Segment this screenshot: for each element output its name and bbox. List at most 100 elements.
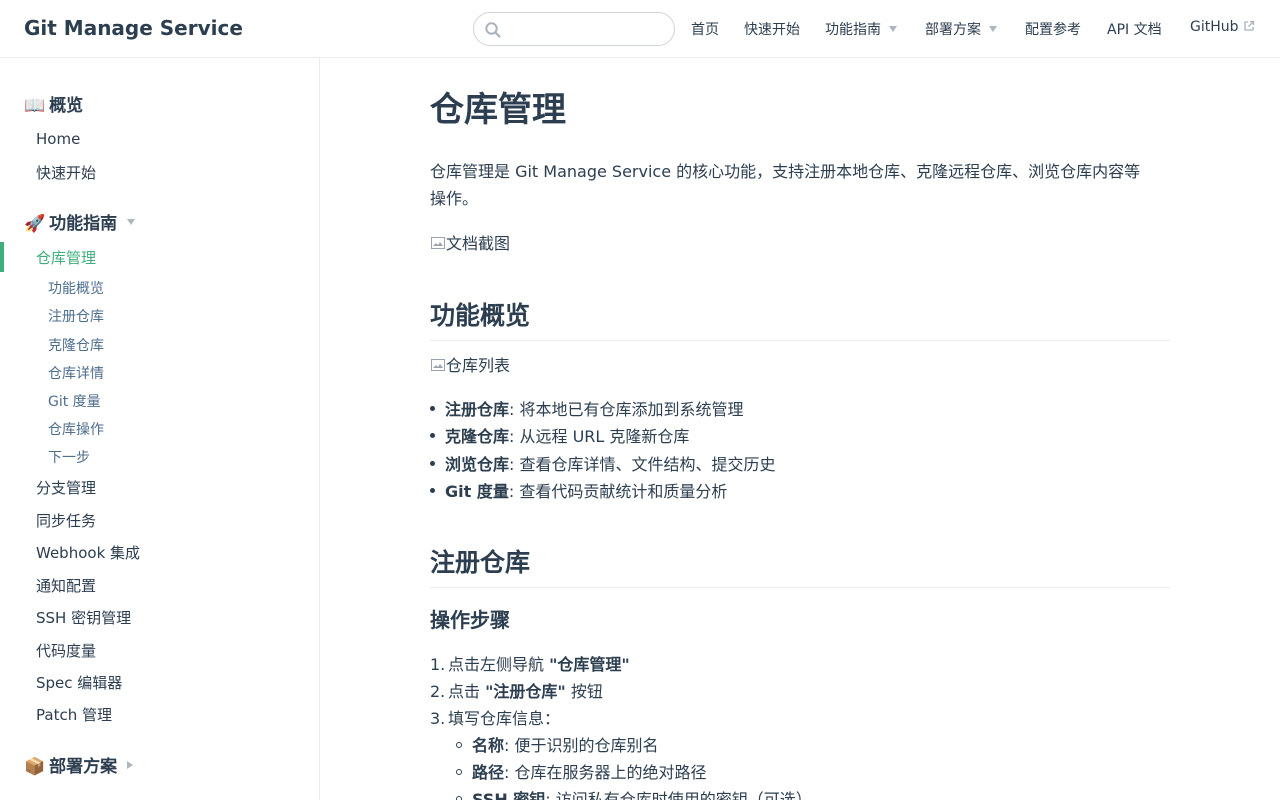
external-link-icon: [1243, 20, 1254, 31]
package-icon: 📦: [24, 757, 46, 777]
sidebar-subitem-register[interactable]: 注册仓库: [48, 306, 104, 326]
list-item: 浏览仓库: 查看仓库详情、文件结构、提交历史: [430, 451, 776, 475]
nav-github[interactable]: GitHub: [1190, 19, 1255, 35]
step-number: 1.: [430, 655, 446, 674]
sidebar-subitem-details[interactable]: 仓库详情: [48, 363, 104, 383]
sidebar-item-branches[interactable]: 分支管理: [36, 477, 96, 498]
list-item: 1. 点击左侧导航 "仓库管理": [430, 651, 630, 675]
caret-down-icon: [889, 26, 897, 32]
sidebar-group-overview-label: 概览: [49, 96, 84, 116]
sidebar-item-quickstart[interactable]: 快速开始: [36, 162, 96, 183]
feature-term: 克隆仓库: [445, 427, 510, 446]
repo-list-alt: 仓库列表: [446, 356, 511, 375]
list-item: 路径: 仓库在服务器上的绝对路径: [456, 759, 707, 783]
nav-config[interactable]: 配置参考: [1025, 19, 1081, 39]
sidebar-subitem-overview[interactable]: 功能概览: [48, 278, 104, 298]
nav-guide-label: 功能指南: [825, 22, 881, 38]
active-indicator: [0, 242, 4, 272]
nav-api[interactable]: API 文档: [1107, 19, 1162, 39]
section-heading-overview: 功能概览: [430, 296, 1170, 341]
caret-down-icon: [989, 26, 997, 32]
feature-desc: : 将本地已有仓库添加到系统管理: [509, 400, 744, 419]
list-item: 克隆仓库: 从远程 URL 克隆新仓库: [430, 423, 689, 447]
nav-deploy-dropdown[interactable]: 部署方案: [925, 19, 997, 39]
bullet: [456, 795, 462, 800]
step-bold: "注册仓库": [485, 682, 566, 701]
list-item: 3. 填写仓库信息：: [430, 705, 560, 729]
sidebar: 📖 概览 Home 快速开始 🚀 功能指南 仓库管理 功能概览 注册仓库 克隆仓库 …: [0, 58, 320, 800]
list-item: SSH 密钥: 访问私有仓库时使用的密钥（可选）: [456, 786, 812, 800]
step-post: 按钮: [565, 682, 603, 701]
list-item: 名称: 便于识别的仓库别名: [456, 732, 659, 756]
intro-paragraph: 仓库管理是 Git Manage Service 的核心功能，支持注册本地仓库、…: [430, 162, 1141, 208]
sidebar-item-spec-editor[interactable]: Spec 编辑器: [36, 672, 122, 693]
bullet: [430, 488, 435, 493]
step-text: 填写仓库信息：: [448, 709, 561, 728]
list-item: Git 度量: 查看代码贡献统计和质量分析: [430, 478, 727, 502]
doc-screenshot-alt: 文档截图: [446, 234, 511, 253]
nav-deploy-label: 部署方案: [925, 22, 981, 38]
nav-home-label: 首页: [691, 22, 719, 38]
step-number: 3.: [430, 709, 446, 728]
sidebar-item-sync-tasks[interactable]: 同步任务: [36, 510, 96, 531]
bullet: [456, 741, 462, 748]
sidebar-subitem-clone[interactable]: 克隆仓库: [48, 335, 104, 355]
feature-term: 注册仓库: [445, 400, 510, 419]
navbar: Git Manage Service 首页 快速开始 功能指南 部署方案 配置参…: [0, 0, 1280, 58]
step-text: 点击左侧导航: [448, 655, 550, 674]
sidebar-item-code-metrics[interactable]: 代码度量: [36, 640, 96, 661]
sidebar-group-overview[interactable]: 📖 概览: [24, 91, 83, 116]
page-title: 仓库管理: [430, 90, 566, 130]
step-text: 点击: [448, 682, 486, 701]
feature-term: Git 度量: [445, 482, 509, 501]
feature-desc: : 查看代码贡献统计和质量分析: [508, 482, 728, 501]
sidebar-item-ssh-keys[interactable]: SSH 密钥管理: [36, 607, 131, 628]
field-term: 名称: [472, 736, 505, 755]
nav-quickstart-label: 快速开始: [744, 22, 800, 38]
broken-image-icon: [431, 236, 445, 249]
sidebar-item-home[interactable]: Home: [36, 130, 80, 148]
field-term: 路径: [472, 763, 505, 782]
nav-quickstart[interactable]: 快速开始: [744, 19, 800, 39]
bullet: [430, 406, 435, 411]
sidebar-group-guide-label: 功能指南: [49, 214, 118, 234]
sidebar-item-patch[interactable]: Patch 管理: [36, 704, 112, 725]
nav-github-label: GitHub: [1190, 19, 1239, 35]
sidebar-group-deploy[interactable]: 📦 部署方案: [24, 752, 134, 777]
field-desc: : 仓库在服务器上的绝对路径: [504, 763, 707, 782]
book-icon: 📖: [24, 96, 46, 116]
broken-image-icon: [431, 358, 445, 371]
bullet: [430, 433, 435, 438]
main-content: 仓库管理 仓库管理是 Git Manage Service 的核心功能，支持注册…: [320, 58, 1280, 800]
sidebar-item-webhook[interactable]: Webhook 集成: [36, 542, 140, 563]
sidebar-item-repo-management[interactable]: 仓库管理: [36, 247, 96, 268]
list-item: 2. 点击 "注册仓库" 按钮: [430, 678, 603, 702]
bullet: [430, 461, 435, 466]
nav-guide-dropdown[interactable]: 功能指南: [825, 19, 897, 39]
nav-links: 首页 快速开始 功能指南 部署方案 配置参考 API 文档 GitHub: [0, 0, 1280, 58]
sidebar-group-guide[interactable]: 🚀 功能指南: [24, 209, 136, 234]
field-desc: : 访问私有仓库时使用的密钥（可选）: [545, 790, 812, 800]
field-desc: : 便于识别的仓库别名: [504, 736, 659, 755]
sidebar-subitem-operations[interactable]: 仓库操作: [48, 419, 104, 439]
step-number: 2.: [430, 682, 446, 701]
list-item: 注册仓库: 将本地已有仓库添加到系统管理: [430, 396, 744, 420]
feature-term: 浏览仓库: [445, 455, 510, 474]
step-bold: "仓库管理": [549, 655, 630, 674]
sidebar-group-deploy-label: 部署方案: [49, 757, 118, 777]
repo-list-image: 仓库列表: [430, 352, 510, 376]
subsection-heading-steps: 操作步骤: [430, 608, 510, 632]
caret-down-icon: [127, 219, 136, 225]
caret-right-icon: [127, 761, 134, 769]
field-term: SSH 密钥: [472, 790, 546, 800]
section-heading-register: 注册仓库: [430, 543, 1170, 588]
feature-desc: : 从远程 URL 克隆新仓库: [509, 427, 690, 446]
nav-config-label: 配置参考: [1025, 22, 1081, 38]
rocket-icon: 🚀: [24, 214, 46, 234]
sidebar-item-notifications[interactable]: 通知配置: [36, 575, 96, 596]
sidebar-subitem-next[interactable]: 下一步: [48, 447, 90, 467]
nav-api-label: API 文档: [1107, 22, 1162, 38]
sidebar-subitem-git-metrics[interactable]: Git 度量: [48, 391, 101, 411]
nav-home[interactable]: 首页: [691, 19, 719, 39]
bullet: [456, 768, 462, 775]
